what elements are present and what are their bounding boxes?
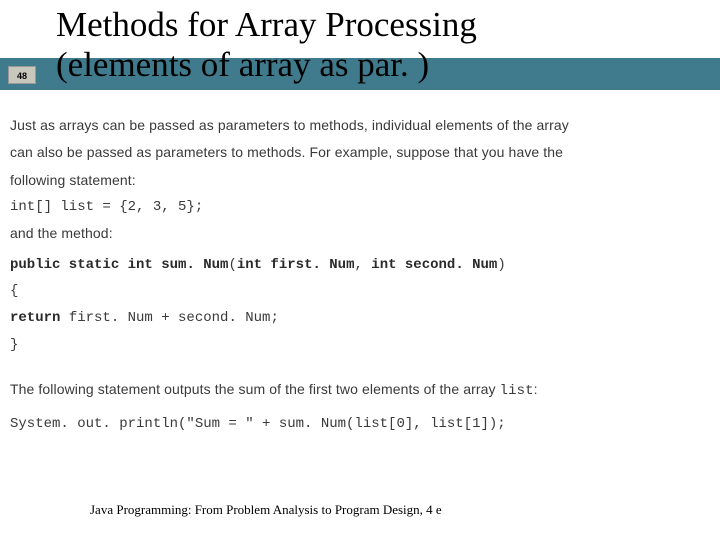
paragraph-line: and the method:: [10, 220, 710, 247]
keyword: public static int: [10, 257, 161, 273]
brace-close: }: [10, 332, 710, 359]
inline-code: list: [500, 383, 534, 399]
paren: (: [228, 257, 236, 273]
title-line-2: (elements of array as par. ): [56, 45, 477, 85]
code-declaration: int[] list = {2, 3, 5};: [10, 194, 710, 221]
text: :: [534, 381, 538, 397]
slide-number-badge: 48: [8, 66, 36, 84]
paragraph-line: The following statement outputs the sum …: [10, 376, 710, 405]
keyword: return: [10, 310, 69, 326]
paragraph-line: can also be passed as parameters to meth…: [10, 139, 710, 166]
slide-footer: Java Programming: From Problem Analysis …: [90, 502, 442, 518]
paragraph-line: Just as arrays can be passed as paramete…: [10, 112, 710, 139]
text: The following statement outputs the sum …: [10, 381, 500, 397]
brace-open: {: [10, 278, 710, 305]
identifier: sum. Num: [161, 257, 228, 273]
title-line-1: Methods for Array Processing: [56, 5, 477, 45]
expression: first. Num + second. Num;: [69, 310, 279, 326]
identifier: second. Num: [405, 257, 497, 273]
keyword: int: [237, 257, 271, 273]
paragraph-line: following statement:: [10, 167, 710, 194]
slide-title: Methods for Array Processing (elements o…: [56, 5, 477, 86]
paren: ): [497, 257, 505, 273]
code-println: System. out. println("Sum = " + sum. Num…: [10, 411, 710, 438]
comma: ,: [354, 257, 371, 273]
identifier: first. Num: [270, 257, 354, 273]
slide-content: Just as arrays can be passed as paramete…: [10, 112, 710, 437]
code-method: public static int sum. Num(int first. Nu…: [10, 252, 710, 358]
return-line: return first. Num + second. Num;: [10, 305, 710, 332]
keyword: int: [371, 257, 405, 273]
method-signature: public static int sum. Num(int first. Nu…: [10, 252, 710, 279]
